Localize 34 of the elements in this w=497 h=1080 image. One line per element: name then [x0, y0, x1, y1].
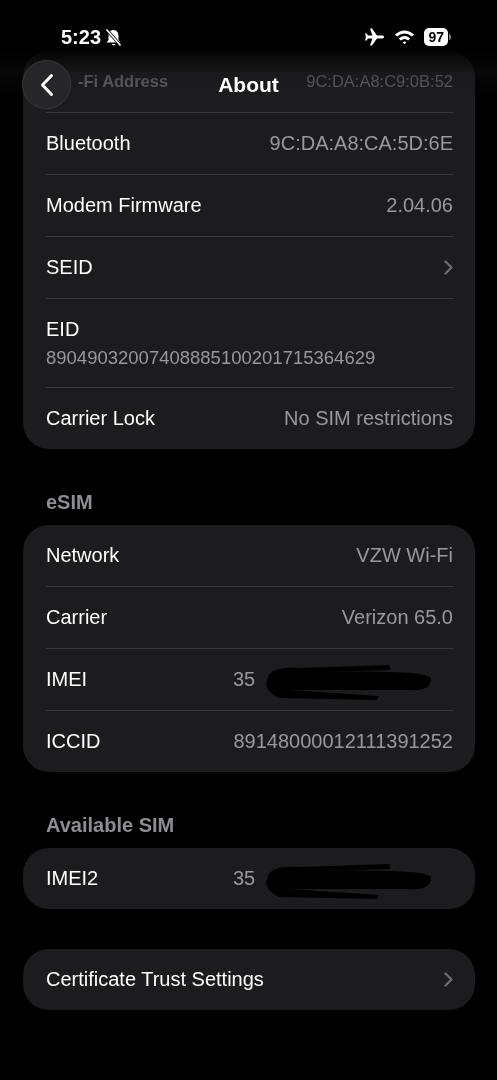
wifi-icon [394, 29, 416, 45]
nav-title: About [218, 72, 279, 97]
row-value: 35 [233, 867, 256, 890]
row-label: IMEI [46, 668, 88, 691]
chevron-icon [444, 972, 453, 987]
status-time: 5:23 [61, 25, 102, 49]
row-label: IMEI2 [46, 867, 99, 890]
row-label: Carrier Lock [46, 407, 155, 430]
row-value: 2.04.06 [386, 194, 453, 217]
row-label: ICCID [46, 730, 101, 753]
row-label: Certificate Trust Settings [46, 968, 264, 991]
section-header: Available SIM [45, 813, 176, 838]
row-label: Carrier [46, 606, 108, 629]
back-icon [39, 72, 54, 97]
battery-icon: 97 [424, 28, 451, 46]
chevron-icon [444, 260, 453, 275]
row-value: 89148000012111391252 [233, 730, 453, 753]
row-value: 89049032007408885100201715364629 [46, 346, 376, 369]
row-label: SEID [46, 256, 93, 279]
row-value: Verizon 65.0 [341, 606, 453, 629]
row-value: VZW Wi-Fi [356, 544, 453, 567]
airplane-icon [364, 28, 386, 46]
row-label: Modem Firmware [46, 194, 202, 217]
row-label: EID [46, 317, 80, 341]
row-label: Bluetooth [46, 132, 131, 155]
row-value: No SIM restrictions [284, 407, 453, 430]
row-label: -Fi Address [78, 72, 169, 91]
settings-row[interactable]: SEID [46, 237, 453, 298]
row-value: 9C:DA:A8:C9:0B:52 [306, 72, 453, 91]
settings-row[interactable]: Certificate Trust Settings [46, 949, 453, 1010]
section-header: eSIM [45, 490, 94, 515]
row-label: Network [46, 544, 120, 567]
row-value: 9C:DA:A8:CA:5D:6E [269, 132, 453, 155]
row-value: 35 [233, 668, 256, 691]
